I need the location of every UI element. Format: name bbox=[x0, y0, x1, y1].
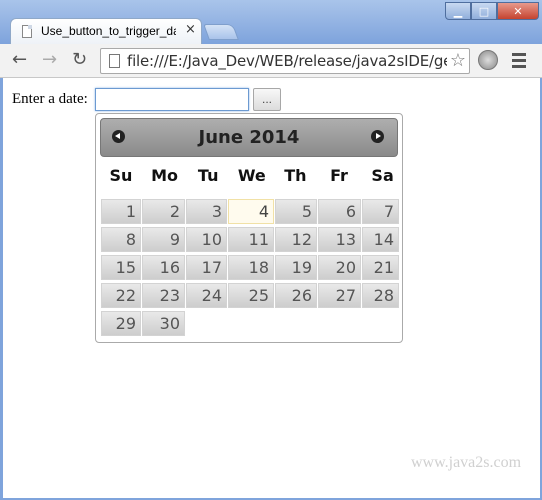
day-cell[interactable]: 12 bbox=[275, 227, 317, 252]
menu-icon[interactable] bbox=[512, 53, 526, 71]
star-icon[interactable]: ☆ bbox=[450, 50, 466, 71]
day-cell-today[interactable]: 4 bbox=[228, 199, 274, 224]
browser-window: Use_button_to_trigger_dat × ▁ □ ✕ ← → ↻ … bbox=[0, 0, 542, 500]
day-cell[interactable]: 29 bbox=[101, 311, 141, 336]
extension-icon[interactable] bbox=[478, 50, 498, 70]
day-cell[interactable]: 3 bbox=[186, 199, 227, 224]
day-cell[interactable]: 20 bbox=[318, 255, 361, 280]
day-cell[interactable]: 27 bbox=[318, 283, 361, 308]
weekday-header-row: Su Mo Tu We Th Fr Sa bbox=[100, 166, 400, 190]
day-cell[interactable]: 13 bbox=[318, 227, 361, 252]
day-cell[interactable]: 10 bbox=[186, 227, 227, 252]
day-cell[interactable]: 23 bbox=[142, 283, 185, 308]
date-label: Enter a date: bbox=[12, 91, 88, 107]
window-controls: ▁ □ ✕ bbox=[445, 2, 539, 20]
minimize-button[interactable]: ▁ bbox=[445, 2, 471, 20]
day-cell[interactable]: 21 bbox=[362, 255, 399, 280]
browser-tab[interactable]: Use_button_to_trigger_dat × bbox=[10, 18, 202, 44]
day-cell[interactable]: 25 bbox=[228, 283, 274, 308]
weekday-header: Fr bbox=[330, 166, 348, 185]
month-year-title: June 2014 bbox=[198, 127, 300, 148]
maximize-button[interactable]: □ bbox=[471, 2, 497, 20]
day-cell[interactable]: 5 bbox=[275, 199, 317, 224]
next-month-icon[interactable] bbox=[371, 130, 384, 143]
day-cell[interactable]: 2 bbox=[142, 199, 185, 224]
new-tab-button[interactable] bbox=[203, 24, 239, 40]
day-cell[interactable]: 6 bbox=[318, 199, 361, 224]
datepicker-trigger-button[interactable]: ... bbox=[253, 88, 281, 111]
reload-icon[interactable]: ↻ bbox=[72, 51, 87, 69]
day-cell[interactable]: 19 bbox=[275, 255, 317, 280]
day-cell[interactable]: 15 bbox=[101, 255, 141, 280]
day-cell[interactable]: 8 bbox=[101, 227, 141, 252]
back-arrow-icon[interactable]: ← bbox=[12, 51, 27, 69]
day-cell[interactable]: 1 bbox=[101, 199, 141, 224]
close-window-button[interactable]: ✕ bbox=[497, 2, 539, 20]
day-cell[interactable]: 22 bbox=[101, 283, 141, 308]
browser-toolbar: ← → ↻ file:///E:/Java_Dev/WEB/release/ja… bbox=[0, 44, 542, 78]
day-cell[interactable]: 30 bbox=[142, 311, 185, 336]
weekday-header: Su bbox=[109, 166, 133, 185]
title-bar: Use_button_to_trigger_dat × ▁ □ ✕ bbox=[0, 0, 542, 44]
day-cell[interactable]: 14 bbox=[362, 227, 399, 252]
day-cell[interactable]: 7 bbox=[362, 199, 399, 224]
datepicker-popup: June 2014 Su Mo Tu We Th Fr Sa 1 2 3 4 5 6 7 8 9 10 11 12… bbox=[95, 113, 403, 343]
date-input[interactable] bbox=[95, 88, 249, 111]
day-cell[interactable]: 26 bbox=[275, 283, 317, 308]
url-text[interactable]: file:///E:/Java_Dev/WEB/release/java2sID… bbox=[127, 52, 447, 70]
page-icon bbox=[109, 54, 120, 68]
day-cell[interactable]: 28 bbox=[362, 283, 399, 308]
weekday-header: We bbox=[237, 166, 266, 185]
day-cell[interactable]: 16 bbox=[142, 255, 185, 280]
day-cell[interactable]: 11 bbox=[228, 227, 274, 252]
forward-arrow-icon[interactable]: → bbox=[42, 51, 57, 69]
weekday-header: Tu bbox=[197, 166, 219, 185]
file-icon bbox=[22, 25, 32, 38]
tab-close-icon[interactable]: × bbox=[185, 22, 196, 37]
day-cell[interactable]: 17 bbox=[186, 255, 227, 280]
weekday-header: Sa bbox=[371, 166, 394, 185]
weekday-header: Mo bbox=[151, 166, 179, 185]
tab-title: Use_button_to_trigger_dat bbox=[41, 24, 176, 38]
day-cell[interactable]: 18 bbox=[228, 255, 274, 280]
day-cell[interactable]: 24 bbox=[186, 283, 227, 308]
watermark: www.java2s.com bbox=[411, 454, 522, 471]
datepicker-header: June 2014 bbox=[100, 118, 398, 157]
day-cell[interactable]: 9 bbox=[142, 227, 185, 252]
weekday-header: Th bbox=[284, 166, 307, 185]
address-bar[interactable]: file:///E:/Java_Dev/WEB/release/java2sID… bbox=[100, 48, 470, 74]
page-content: Enter a date: ... June 2014 Su Mo Tu We Th Fr… bbox=[3, 78, 540, 498]
